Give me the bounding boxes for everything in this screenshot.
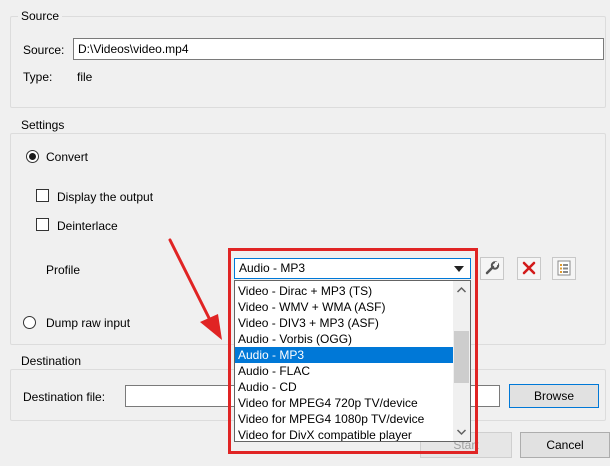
destination-group-title: Destination (18, 354, 85, 368)
deinterlace-label[interactable]: Deinterlace (57, 218, 118, 234)
dump-raw-radio[interactable] (23, 316, 36, 329)
cancel-button[interactable]: Cancel (520, 432, 610, 458)
deinterlace-checkbox[interactable] (36, 218, 49, 231)
red-highlight-box (228, 248, 478, 454)
edit-profile-button[interactable] (480, 257, 504, 280)
browse-button[interactable]: Browse (509, 384, 599, 408)
convert-label[interactable]: Convert (46, 149, 88, 165)
red-arrow-annotation (168, 238, 222, 340)
wrench-icon (485, 261, 500, 275)
new-profile-button[interactable] (552, 257, 576, 280)
display-output-label[interactable]: Display the output (57, 189, 153, 205)
destination-file-label: Destination file: (23, 390, 106, 404)
profile-list-icon (557, 260, 571, 276)
type-value: file (77, 70, 93, 84)
source-label: Source: (23, 43, 65, 57)
source-path-field[interactable]: D:\Videos\video.mp4 (73, 38, 604, 60)
dump-raw-label[interactable]: Dump raw input (46, 315, 130, 331)
profile-label: Profile (46, 263, 81, 277)
type-label: Type: (23, 70, 53, 84)
source-group (10, 16, 606, 108)
source-group-title: Source (18, 9, 63, 23)
red-x-icon (522, 261, 536, 275)
settings-group-title: Settings (18, 118, 68, 132)
convert-radio[interactable] (26, 150, 39, 163)
display-output-checkbox[interactable] (36, 189, 49, 202)
delete-profile-button[interactable] (517, 257, 541, 280)
